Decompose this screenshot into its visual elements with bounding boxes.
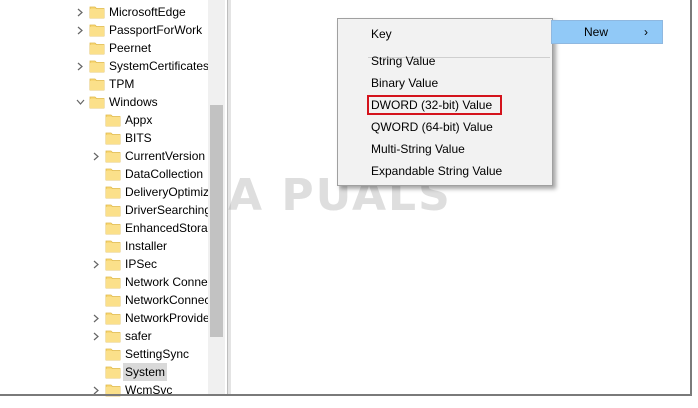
tree-item[interactable]: BITS xyxy=(0,129,208,147)
new-submenu: Key String Value Binary Value DWORD (32-… xyxy=(337,18,553,186)
tree-item-label: NetworkConnec xyxy=(125,293,208,307)
folder-icon xyxy=(89,58,105,73)
chevron-right-icon[interactable] xyxy=(74,57,86,75)
tree-item-label: MicrosoftEdge xyxy=(109,5,186,19)
tree-item-label: System xyxy=(123,363,168,381)
folder-icon xyxy=(105,130,121,145)
tree-item[interactable]: NetworkProvide xyxy=(0,309,208,327)
tree-item[interactable]: Peernet xyxy=(0,39,208,57)
highlight-box xyxy=(367,95,502,115)
tree-item[interactable]: safer xyxy=(0,327,208,345)
tree-item-label: CurrentVersion xyxy=(125,149,206,163)
chevron-right-icon[interactable] xyxy=(90,327,102,345)
folder-icon xyxy=(105,364,121,379)
tree-item[interactable]: DataCollection xyxy=(0,165,208,183)
menu-item-new[interactable]: New › xyxy=(551,20,663,44)
tree-item[interactable]: IPSec xyxy=(0,255,208,273)
menu-item-qword-value[interactable]: QWORD (64-bit) Value xyxy=(338,116,552,138)
tree-item-label: Network Conne xyxy=(125,275,208,289)
folder-icon xyxy=(105,184,121,199)
tree-item-label: IPSec xyxy=(125,257,158,271)
menu-item-expandable-string-value[interactable]: Expandable String Value xyxy=(338,160,552,182)
folder-icon xyxy=(89,40,105,55)
chevron-right-icon[interactable] xyxy=(90,381,102,399)
folder-icon xyxy=(105,346,121,361)
menu-item-key[interactable]: Key xyxy=(338,23,552,45)
chevron-down-icon[interactable] xyxy=(74,93,86,111)
chevron-right-icon[interactable] xyxy=(74,3,86,21)
tree-item[interactable]: DriverSearching xyxy=(0,201,208,219)
tree-item-label: Appx xyxy=(125,113,153,127)
folder-icon xyxy=(89,94,105,109)
chevron-right-icon[interactable] xyxy=(90,309,102,327)
folder-icon xyxy=(105,310,121,325)
folder-icon xyxy=(105,202,121,217)
tree-item-label: NetworkProvide xyxy=(125,311,208,325)
tree-item[interactable]: MicrosoftEdge xyxy=(0,3,208,21)
folder-icon xyxy=(105,274,121,289)
registry-tree: MicrosoftEdge PassportForWork Peernet Syste… xyxy=(0,0,208,408)
chevron-right-icon[interactable] xyxy=(90,147,102,165)
tree-item-label: DeliveryOptimiz xyxy=(125,185,208,199)
folder-icon xyxy=(105,112,121,127)
folder-icon xyxy=(105,238,121,253)
tree-item-label: PassportForWork xyxy=(109,23,203,37)
tree-item[interactable]: NetworkConnec xyxy=(0,291,208,309)
tree-item[interactable]: DeliveryOptimiz xyxy=(0,183,208,201)
tree-item[interactable]: Installer xyxy=(0,237,208,255)
tree-item[interactable]: TPM xyxy=(0,75,208,93)
chevron-right-icon: › xyxy=(644,25,648,39)
tree-item-label: TPM xyxy=(109,77,135,91)
tree-scrollbar[interactable] xyxy=(208,0,225,396)
folder-icon xyxy=(105,256,121,271)
window-frame-bottom xyxy=(0,394,692,396)
tree-item-label: BITS xyxy=(125,131,152,145)
chevron-right-icon[interactable] xyxy=(90,255,102,273)
folder-icon xyxy=(105,148,121,163)
menu-item-multi-string-value[interactable]: Multi-String Value xyxy=(338,138,552,160)
tree-item-label: safer xyxy=(125,329,152,343)
folder-icon xyxy=(89,4,105,19)
folder-icon xyxy=(89,76,105,91)
folder-icon xyxy=(105,328,121,343)
folder-icon xyxy=(105,292,121,307)
folder-icon xyxy=(89,22,105,37)
tree-item-label: SystemCertificates xyxy=(109,59,208,73)
tree-item-label: SettingSync xyxy=(125,347,190,361)
tree-item[interactable]: WcmSvc xyxy=(0,381,208,399)
tree-item-label: Peernet xyxy=(109,41,152,55)
tree-item[interactable]: Windows xyxy=(0,93,208,111)
window-frame-right xyxy=(690,0,692,396)
tree-item-label: DriverSearching xyxy=(125,203,208,217)
tree-item-label: WcmSvc xyxy=(125,383,173,397)
tree-item-label: Windows xyxy=(109,95,158,109)
tree-item[interactable]: EnhancedStorag xyxy=(0,219,208,237)
menu-new-label: New xyxy=(584,25,609,39)
folder-icon xyxy=(105,166,121,181)
tree-item[interactable]: SystemCertificates xyxy=(0,57,208,75)
tree-item-label: DataCollection xyxy=(125,167,204,181)
chevron-right-icon[interactable] xyxy=(74,21,86,39)
tree-item[interactable]: Network Conne xyxy=(0,273,208,291)
folder-icon xyxy=(105,220,121,235)
tree-item[interactable]: System xyxy=(0,363,208,381)
tree-item[interactable]: SettingSync xyxy=(0,345,208,363)
tree-item-label: EnhancedStorag xyxy=(125,221,208,235)
scrollbar-thumb[interactable] xyxy=(210,105,223,337)
tree-item[interactable]: PassportForWork xyxy=(0,21,208,39)
tree-item[interactable]: Appx xyxy=(0,111,208,129)
tree-item[interactable]: CurrentVersion xyxy=(0,147,208,165)
tree-item-label: Installer xyxy=(125,239,168,253)
menu-item-string-value[interactable]: String Value xyxy=(338,50,552,72)
menu-item-binary-value[interactable]: Binary Value xyxy=(338,72,552,94)
